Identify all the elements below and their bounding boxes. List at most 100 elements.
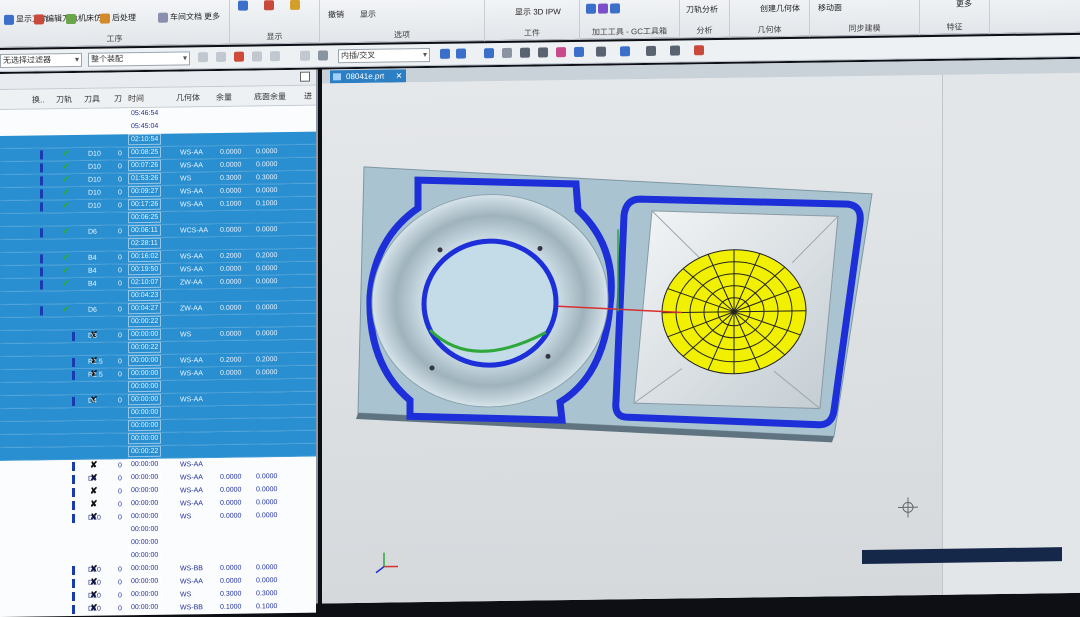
brush-icon: [290, 0, 300, 10]
col-floor-stock[interactable]: 底面余量: [254, 91, 286, 102]
undo-icon[interactable]: [252, 51, 262, 61]
create-geometry-button[interactable]: 创建几何体: [760, 3, 800, 15]
layer-icon[interactable]: [556, 47, 566, 57]
tool-change-marker: [72, 475, 75, 484]
redo-icon[interactable]: [270, 51, 280, 61]
op-stock: 0.3000: [220, 172, 241, 185]
col-change[interactable]: 换..: [32, 94, 44, 105]
tool-change-marker: [40, 254, 43, 263]
selection-scope-dropdown[interactable]: 整个装配: [88, 51, 190, 66]
brush-icon-2[interactable]: [670, 46, 680, 56]
op-geometry: WS-AA: [180, 185, 203, 198]
shade-icon[interactable]: [574, 47, 584, 57]
snap-icon[interactable]: [234, 52, 244, 62]
col-geometry[interactable]: 几何体: [176, 92, 200, 103]
move-face-button[interactable]: 移动面: [818, 2, 842, 13]
tool-number: 0: [118, 264, 122, 277]
section-icon[interactable]: [646, 46, 656, 56]
op-geometry: WS: [180, 510, 191, 523]
tool-number: 0: [118, 173, 122, 186]
stop-icon[interactable]: [694, 45, 704, 55]
sphere-icon[interactable]: [440, 49, 450, 59]
show-button[interactable]: 显示: [360, 9, 376, 20]
yellow-toolpath: [662, 249, 806, 375]
point-icon[interactable]: [300, 51, 310, 61]
close-icon[interactable]: [300, 72, 310, 82]
op-stock: 0.2000: [220, 250, 241, 263]
part-file-tab[interactable]: 08041e.prt ✕: [330, 69, 406, 83]
ribbon-group-options: 撤销 显示 选项: [320, 0, 485, 44]
view-icon[interactable]: [484, 48, 494, 58]
group-label-sync-modeling: 同步建模: [810, 22, 919, 35]
op-geometry: WS-AA: [180, 575, 203, 588]
display-button[interactable]: [238, 1, 250, 11]
op-floor-stock: 0.0000: [256, 470, 277, 483]
grid-icon[interactable]: [502, 48, 512, 58]
op-geometry: WS: [180, 588, 191, 601]
filter-icon[interactable]: [216, 52, 226, 62]
col-tool[interactable]: 刀具: [84, 94, 100, 105]
snap-mode-dropdown[interactable]: 内插/交叉: [338, 48, 430, 63]
cube-icon[interactable]: [456, 48, 466, 58]
brush-button[interactable]: [290, 0, 302, 10]
op-floor-stock: 0.0000: [256, 145, 277, 158]
box-icon[interactable]: [318, 50, 328, 60]
ribbon-group-sync-modeling: 移动面 同步建模: [810, 0, 920, 37]
wcs-icon[interactable]: [620, 46, 630, 56]
toolpath-analysis-button[interactable]: 刀轨分析: [686, 4, 718, 15]
tool-number: 0: [118, 199, 122, 212]
tool-change-marker: [72, 592, 75, 601]
tool-change-marker: [72, 488, 75, 497]
model-render: [322, 75, 942, 604]
more-button-2[interactable]: 更多: [956, 0, 972, 10]
tool-number: 0: [118, 303, 122, 316]
curve-button[interactable]: [264, 0, 276, 10]
shop-doc-button[interactable]: 车间文档: [158, 11, 202, 23]
op-time: 00:00:00: [128, 537, 161, 548]
op-time: 00:00:00: [128, 381, 161, 392]
col-stock[interactable]: 余量: [216, 92, 232, 103]
tool-number: 0: [118, 563, 122, 576]
col-time[interactable]: 时间: [128, 93, 144, 104]
undo-button[interactable]: 撤销: [328, 9, 344, 20]
check-icon: ✔: [62, 277, 69, 284]
pen-icon[interactable]: [538, 47, 548, 57]
op-floor-stock: 0.0000: [256, 327, 277, 340]
op-time: 00:00:00: [128, 368, 161, 379]
select-icon[interactable]: [198, 52, 208, 62]
col-toolnum[interactable]: 刀: [114, 93, 122, 104]
3d-viewport[interactable]: [322, 75, 942, 604]
check-icon: ✔: [62, 303, 69, 310]
gc-tool-button[interactable]: [586, 3, 622, 14]
op-time: 00:17:26: [128, 199, 161, 210]
rotate-icon[interactable]: [520, 48, 530, 58]
measure-icon[interactable]: [596, 47, 606, 57]
op-stock: 0.0000: [220, 484, 241, 497]
postprocess-button[interactable]: 后处理: [100, 12, 136, 24]
op-time: 00:00:00: [128, 485, 161, 496]
op-floor-stock: 0.1000: [256, 600, 277, 613]
op-time: 00:00:00: [128, 602, 161, 613]
op-geometry: WS-AA: [180, 471, 203, 484]
gc3-icon: [610, 3, 620, 13]
tool-name: D10: [88, 148, 101, 161]
col-feed[interactable]: 进: [304, 91, 312, 102]
more-button-1[interactable]: 更多: [204, 11, 220, 22]
show-3d-ipw-button[interactable]: 显示 3D IPW: [515, 6, 561, 18]
part-file-tab-label: 08041e.prt: [346, 72, 384, 82]
col-path[interactable]: 刀轨: [56, 94, 72, 105]
op-time: 00:00:00: [128, 355, 161, 366]
tab-close-icon[interactable]: ✕: [396, 69, 403, 82]
tool-change-marker: [72, 501, 75, 510]
op-stock: 0.0000: [220, 367, 241, 380]
op-time: 00:19:50: [128, 264, 161, 275]
op-geometry: WS-BB: [180, 562, 203, 575]
op-time: 05:45:04: [128, 121, 161, 132]
inner-bore: [424, 240, 556, 366]
type-filter-dropdown[interactable]: 无选择过滤器: [0, 53, 82, 68]
op-stock: 0.0000: [220, 224, 241, 237]
op-time: 00:00:00: [128, 433, 161, 444]
tool-change-marker: [72, 566, 75, 575]
op-stock: 0.0000: [220, 159, 241, 172]
ribbon-group-gc-toolkit: 加工工具 - GC工具箱: [580, 0, 680, 40]
